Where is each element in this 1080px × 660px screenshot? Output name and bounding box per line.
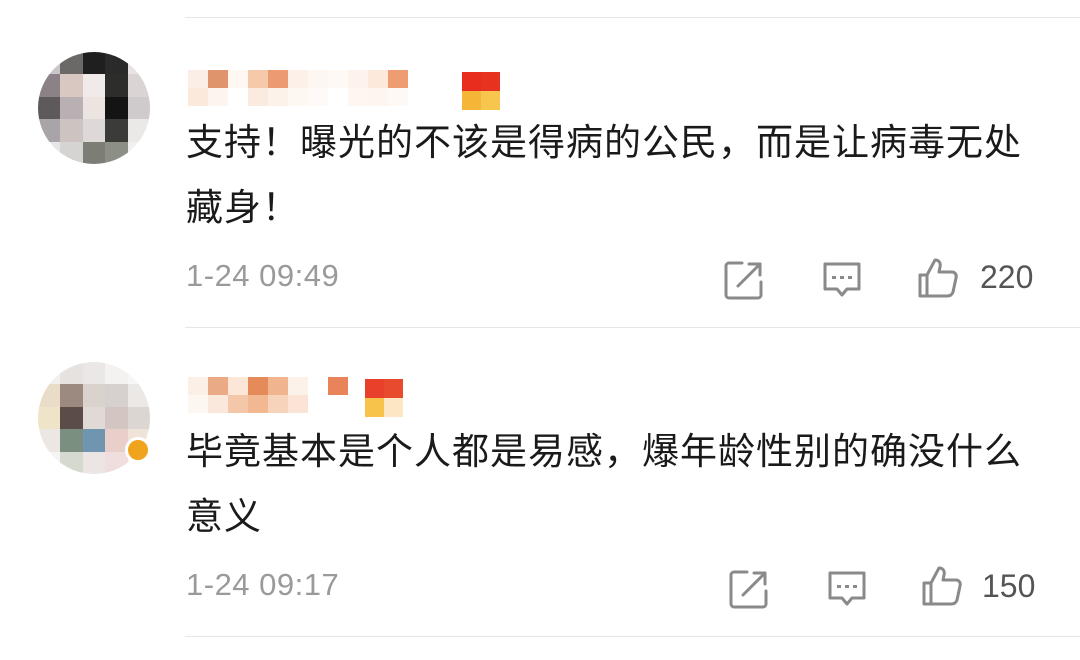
comment-text: 毕竟基本是个人都是易感，爆年龄性别的确没什么意义 [186, 430, 1022, 538]
like-count: 150 [982, 568, 1036, 604]
share-icon[interactable] [722, 258, 766, 302]
avatar-badge-icon [125, 437, 151, 463]
comment-text: 支持！曝光的不该是得病的公民，而是让病毒无处藏身！ [186, 121, 1022, 229]
comment-item: 毕竟基本是个人都是易感，爆年龄性别的确没什么意义 1-24 09:17 150 [0, 330, 1080, 635]
vip-badge-icon [365, 379, 403, 417]
comment-time: 1-24 09:17 [186, 567, 340, 602]
thumbs-up-icon[interactable] [920, 564, 964, 608]
comment-time: 1-24 09:49 [186, 258, 340, 293]
comment-item: 支持！曝光的不该是得病的公民，而是让病毒无处藏身！ 1-24 09:49 220 [0, 0, 1080, 330]
share-icon[interactable] [727, 567, 771, 611]
comment-icon[interactable] [820, 258, 864, 302]
comment-icon[interactable] [825, 567, 869, 611]
comment-divider [185, 327, 1080, 328]
thumbs-up-icon[interactable] [916, 256, 960, 300]
like-count: 220 [980, 259, 1034, 295]
username-blurred[interactable] [188, 70, 428, 106]
avatar[interactable] [38, 52, 150, 164]
vip-badge-icon [462, 72, 500, 110]
comment-divider [185, 636, 1080, 637]
